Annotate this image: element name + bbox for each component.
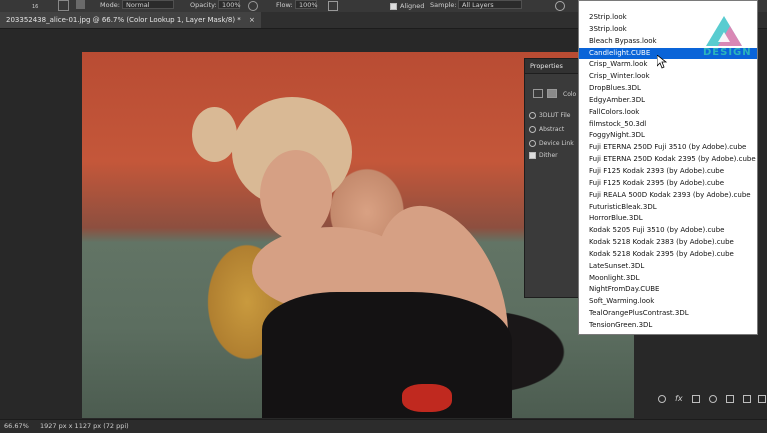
option-label: 3DLUT File	[539, 112, 571, 119]
aligned-check-icon	[390, 2, 397, 10]
lut-option[interactable]: TensionGreen.3DL	[579, 320, 757, 332]
bow-shape	[402, 384, 452, 412]
properties-panel: Properties Colo 3DLUT File Abstract Devi…	[524, 58, 584, 298]
lut-option[interactable]: Kodak 5218 Kodak 2383 (by Adobe).cube	[579, 237, 757, 249]
layers-panel-footer: fx	[650, 393, 767, 407]
lut-option[interactable]: NightFromDay.CUBE	[579, 284, 757, 296]
opacity-input[interactable]: 100%	[218, 0, 241, 9]
lut-option[interactable]: Fuji ETERNA 250D Kodak 2395 (by Adobe).c…	[579, 154, 757, 166]
checkbox-icon	[529, 152, 536, 159]
color-lookup-label: Colo	[563, 91, 577, 98]
brush-panel-icon[interactable]	[58, 0, 69, 11]
option-3dlut[interactable]: 3DLUT File	[529, 112, 571, 119]
adjustment-layer-icon[interactable]	[709, 395, 717, 403]
lut-option[interactable]: LateSunset.3DL	[579, 261, 757, 273]
radio-icon	[529, 140, 536, 147]
fx-icon[interactable]: fx	[675, 394, 683, 403]
lut-option[interactable]: HorrorBlue.3DL	[579, 213, 757, 225]
lut-option[interactable]: Crisp_Winter.look	[579, 71, 757, 83]
delete-layer-icon[interactable]	[758, 395, 766, 403]
aligned-label: Aligned	[400, 2, 425, 10]
pressure-opacity-icon[interactable]	[248, 1, 258, 11]
lut-option[interactable]: Fuji F125 Kodak 2395 (by Adobe).cube	[579, 178, 757, 190]
option-dither[interactable]: Dither	[529, 152, 558, 159]
option-label: Device Link	[539, 140, 574, 147]
lut-option[interactable]: TealOrangePlusContrast.3DL	[579, 308, 757, 320]
option-device-link[interactable]: Device Link	[529, 140, 574, 147]
lut-option[interactable]: FoggyNight.3DL	[579, 130, 757, 142]
option-label: Dither	[539, 152, 558, 159]
properties-title: Properties	[525, 59, 583, 74]
lut-option[interactable]: Kodak 5218 Kodak 2395 (by Adobe).cube	[579, 249, 757, 261]
document-info: 1927 px x 1127 px (72 ppi)	[40, 422, 129, 430]
lut-option[interactable]: filmstock_50.3dl	[579, 119, 757, 131]
mouse-cursor-icon	[656, 54, 668, 73]
lut-option[interactable]: FallColors.look	[579, 107, 757, 119]
sample-select[interactable]: All Layers	[458, 0, 522, 9]
brush-size[interactable]: 16	[32, 4, 38, 10]
radio-icon	[529, 112, 536, 119]
close-tab-icon[interactable]: ×	[249, 16, 255, 24]
flow-label: Flow:	[276, 1, 293, 9]
ignore-adjustment-icon[interactable]	[555, 1, 565, 11]
layer-mask-icon[interactable]	[547, 89, 557, 98]
lut-option[interactable]: Fuji REALA 500D Kodak 2393 (by Adobe).cu…	[579, 190, 757, 202]
design-logo: DESIGN	[700, 12, 752, 62]
option-abstract[interactable]: Abstract	[529, 126, 564, 133]
clone-source-icon[interactable]	[76, 0, 85, 9]
lut-option[interactable]: EdgyAmber.3DL	[579, 95, 757, 107]
radio-icon	[529, 126, 536, 133]
adjustment-grid-icon[interactable]	[533, 89, 543, 98]
flow-input[interactable]: 100%	[295, 0, 318, 9]
aligned-checkbox[interactable]: Aligned	[390, 2, 424, 10]
lut-option[interactable]: Moonlight.3DL	[579, 273, 757, 285]
lut-option[interactable]: Soft_Warming.look	[579, 296, 757, 308]
logo-text: DESIGN	[703, 47, 752, 58]
lut-option[interactable]: Fuji ETERNA 250D Fuji 3510 (by Adobe).cu…	[579, 142, 757, 154]
opacity-label: Opacity:	[190, 1, 217, 9]
ponytail-shape	[192, 107, 237, 162]
add-mask-icon[interactable]	[692, 395, 700, 403]
sample-label: Sample:	[430, 1, 457, 9]
new-layer-icon[interactable]	[743, 395, 751, 403]
zoom-level[interactable]: 66.67%	[4, 422, 29, 430]
lut-option[interactable]: Fuji F125 Kodak 2393 (by Adobe).cube	[579, 166, 757, 178]
document-tab[interactable]: 203352438_alice-01.jpg @ 66.7% (Color Lo…	[0, 12, 261, 28]
dress-shape	[262, 292, 512, 418]
status-bar: 66.67% 1927 px x 1127 px (72 ppi)	[0, 419, 767, 433]
new-group-icon[interactable]	[726, 395, 734, 403]
lut-option[interactable]: Kodak 5205 Fuji 3510 (by Adobe).cube	[579, 225, 757, 237]
document-tab-title: 203352438_alice-01.jpg @ 66.7% (Color Lo…	[6, 16, 241, 24]
airbrush-icon[interactable]	[328, 1, 338, 11]
link-layers-icon[interactable]	[658, 395, 666, 403]
lut-option[interactable]: DropBlues.3DL	[579, 83, 757, 95]
mode-label: Mode:	[100, 1, 120, 9]
option-label: Abstract	[539, 126, 565, 133]
lut-option[interactable]: FuturisticBleak.3DL	[579, 202, 757, 214]
mode-select[interactable]: Normal	[122, 0, 174, 9]
